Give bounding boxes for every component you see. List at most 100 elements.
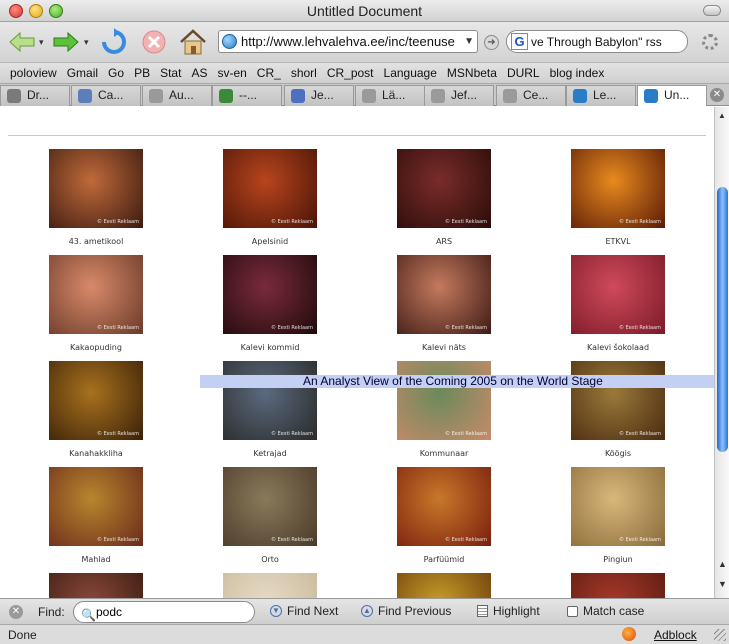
thumbnail-item[interactable]: © Eesti Reklaam Orto (200, 467, 340, 564)
thumbnail-image[interactable]: © Eesti Reklaam (397, 573, 491, 598)
thumbnail-image[interactable]: © Eesti Reklaam (571, 467, 665, 546)
tab-favicon-icon (431, 89, 445, 103)
thumbnail-image[interactable]: © Eesti Reklaam (49, 255, 143, 334)
thumbnail-item[interactable]: © Eesti Reklaam 43. ametikool (26, 149, 166, 246)
thumbnail-image[interactable]: © Eesti Reklaam (397, 361, 491, 440)
url-bar[interactable]: http://www.lehvalehva.ee/inc/teenuse ▼ (218, 30, 478, 53)
thumbnail-image[interactable]: © Eesti Reklaam (571, 573, 665, 598)
thumbnail-item[interactable]: © Eesti Reklaam (548, 573, 688, 598)
forward-button[interactable] (52, 27, 80, 57)
scroll-up-arrow-top[interactable]: ▲ (718, 111, 726, 120)
thumbnail-watermark: © Eesti Reklaam (97, 325, 139, 331)
tab[interactable]: Jef... (424, 85, 494, 106)
close-tab-icon[interactable]: ✕ (710, 88, 724, 102)
search-engine-icon[interactable]: G (511, 33, 528, 50)
tab[interactable]: Au... (142, 85, 212, 106)
vertical-scrollbar[interactable]: ▲ ▲ ▼ (714, 107, 729, 598)
thumbnail-image[interactable]: © Eesti Reklaam (223, 573, 317, 598)
thumbnail-image[interactable]: © Eesti Reklaam (223, 255, 317, 334)
back-button[interactable] (8, 27, 36, 57)
thumbnail-item[interactable]: © Eesti Reklaam ETKVL (548, 149, 688, 246)
thumbnail-image[interactable]: © Eesti Reklaam (397, 467, 491, 546)
url-history-dropdown[interactable]: ▼ (464, 36, 474, 47)
bookmark-item[interactable]: CR_post (327, 66, 374, 80)
reload-button[interactable] (100, 27, 128, 57)
match-case-checkbox[interactable]: Match case (567, 604, 644, 618)
thumbnail-image[interactable]: © Eesti Reklaam (223, 361, 317, 440)
thumbnail-image[interactable]: © Eesti Reklaam (397, 255, 491, 334)
find-input[interactable]: 🔍 podc (73, 601, 255, 623)
search-bar[interactable]: G ve Through Babylon" rss (506, 30, 688, 53)
bookmark-item[interactable]: Stat (160, 66, 181, 80)
tab[interactable]: Ce... (496, 85, 566, 106)
stop-button[interactable] (140, 27, 168, 57)
tab[interactable]: Ca... (71, 85, 141, 106)
bookmark-item[interactable]: Gmail (67, 66, 98, 80)
bookmark-item[interactable]: PB (134, 66, 150, 80)
bookmark-item[interactable]: DURL (507, 66, 540, 80)
thumbnail-image[interactable]: © Eesti Reklaam (223, 149, 317, 228)
tab[interactable]: --... (212, 85, 282, 106)
thumbnail-item[interactable]: © Eesti Reklaam ARS (374, 149, 514, 246)
thumbnail-item[interactable]: © Eesti Reklaam Apelsinid (200, 149, 340, 246)
tab-label: --... (239, 88, 257, 102)
thumbnail-image[interactable]: © Eesti Reklaam (49, 361, 143, 440)
close-find-bar-icon[interactable]: ✕ (9, 605, 23, 619)
back-history-dropdown[interactable]: ▾ (39, 37, 44, 48)
thumbnail-item[interactable]: © Eesti Reklaam Mahlad (26, 467, 166, 564)
bookmark-item[interactable]: blog index (550, 66, 605, 80)
thumbnail-watermark: © Eesti Reklaam (271, 325, 313, 331)
toolbar-toggle-button[interactable] (703, 5, 721, 16)
bookmark-item[interactable]: CR_ (257, 66, 281, 80)
bookmark-item[interactable]: poloview (10, 66, 57, 80)
thumbnail-image[interactable]: © Eesti Reklaam (571, 361, 665, 440)
find-previous-button[interactable]: ▲ Find Previous (361, 604, 451, 618)
bookmark-item[interactable]: Go (108, 66, 124, 80)
thumbnail-item[interactable]: © Eesti Reklaam (26, 573, 166, 598)
bookmark-item[interactable]: sv-en (217, 66, 246, 80)
adblock-link[interactable]: Adblock (654, 628, 697, 642)
highlight-button[interactable]: Highlight (477, 604, 540, 618)
thumbnail-image[interactable]: © Eesti Reklaam (49, 467, 143, 546)
tab[interactable]: Un... (637, 85, 707, 106)
tab[interactable]: Je... (284, 85, 354, 106)
thumbnail-label: ARS (435, 237, 453, 246)
scroll-down-arrow[interactable]: ▼ (718, 579, 727, 589)
tab[interactable]: Dr... (0, 85, 70, 106)
tab-favicon-icon (219, 89, 233, 103)
thumbnail-label: Kalevi šokolaad (586, 343, 650, 352)
thumbnail-item[interactable]: © Eesti Reklaam Kalevi näts (374, 255, 514, 352)
home-button[interactable] (178, 27, 208, 57)
bookmark-item[interactable]: MSNbeta (447, 66, 497, 80)
firefox-icon[interactable] (622, 627, 636, 641)
thumbnail-item[interactable]: © Eesti Reklaam Kanahakkliha (26, 361, 166, 458)
go-button[interactable]: ➜ (484, 35, 499, 50)
bookmark-item[interactable]: AS (191, 66, 207, 80)
find-next-button[interactable]: ▼ Find Next (270, 604, 338, 618)
tab-favicon-icon (7, 89, 21, 103)
thumbnail-image[interactable]: © Eesti Reklaam (397, 149, 491, 228)
thumbnail-label: Köögis (604, 449, 632, 458)
thumbnail-image[interactable]: © Eesti Reklaam (49, 573, 143, 598)
thumbnail-item[interactable]: © Eesti Reklaam Kalevi kommid (200, 255, 340, 352)
marquee-banner[interactable]: An Analyst View of the Coming 2005 on th… (200, 375, 714, 388)
thumbnail-item[interactable]: © Eesti Reklaam Kakaopuding (26, 255, 166, 352)
bookmark-item[interactable]: Language (384, 66, 437, 80)
tab[interactable]: Le... (566, 85, 636, 106)
scroll-up-arrow[interactable]: ▲ (718, 559, 727, 569)
thumbnail-item[interactable]: © Eesti Reklaam Pingiun (548, 467, 688, 564)
bookmark-item[interactable]: shorl (291, 66, 317, 80)
thumbnail-item[interactable]: © Eesti Reklaam Kalevi šokolaad (548, 255, 688, 352)
thumbnail-image[interactable]: © Eesti Reklaam (223, 467, 317, 546)
thumbnail-image[interactable]: © Eesti Reklaam (571, 255, 665, 334)
tab[interactable]: Lä... (355, 85, 425, 106)
thumbnail-item[interactable]: © Eesti Reklaam Parfüümid (374, 467, 514, 564)
forward-history-dropdown[interactable]: ▾ (84, 37, 89, 48)
tab-label: Un... (664, 88, 690, 102)
thumbnail-image[interactable]: © Eesti Reklaam (49, 149, 143, 228)
scroll-thumb[interactable] (717, 187, 728, 452)
resize-grip[interactable] (714, 629, 726, 641)
thumbnail-image[interactable]: © Eesti Reklaam (571, 149, 665, 228)
thumbnail-item[interactable]: © Eesti Reklaam (374, 573, 514, 598)
thumbnail-item[interactable]: © Eesti Reklaam (200, 573, 340, 598)
